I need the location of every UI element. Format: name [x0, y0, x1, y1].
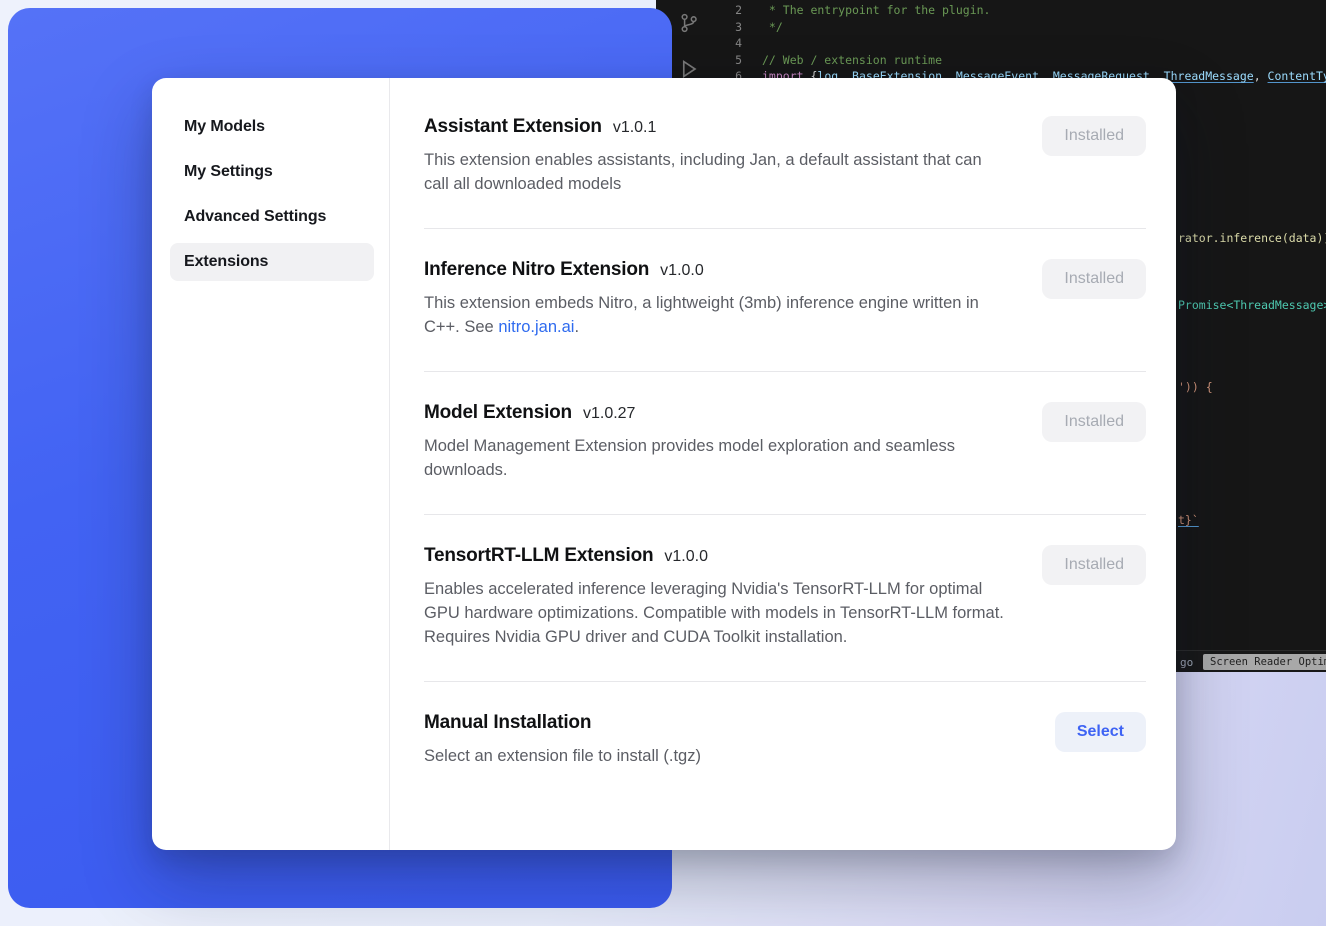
extension-text: Model Extension v1.0.27 Model Management E… — [424, 402, 1009, 482]
sidebar-item-label: Extensions — [184, 253, 268, 270]
extension-description: Enables accelerated inference leveraging… — [424, 577, 1009, 649]
code-fragment: Promise<ThreadMessage> — [1178, 297, 1326, 314]
installed-button[interactable]: Installed — [1042, 545, 1146, 585]
extension-name: TensortRT-LLM Extension — [424, 545, 653, 567]
extension-action: Installed — [1022, 545, 1146, 585]
extension-name: Model Extension — [424, 402, 572, 424]
description-segment: . — [574, 318, 579, 336]
extension-version: v1.0.0 — [664, 548, 708, 566]
screen-reader-status-chip: Screen Reader Optimized — [1203, 654, 1326, 670]
code-token: , — [1254, 69, 1268, 83]
extension-name: Manual Installation — [424, 712, 591, 734]
extension-row: Model Extension v1.0.27 Model Management E… — [424, 372, 1146, 514]
extension-version: v1.0.1 — [613, 119, 657, 137]
extension-row: Inference Nitro Extension v1.0.0 This exte… — [424, 229, 1146, 371]
extension-title-line: Model Extension v1.0.27 — [424, 402, 1009, 424]
sidebar-nav: My Models My Settings Advanced Settings Ext… — [170, 108, 374, 281]
status-text: go — [1180, 655, 1193, 672]
extension-version: v1.0.0 — [660, 262, 704, 280]
extension-description: Select an extension file to install (.tg… — [424, 744, 701, 768]
code-line: 4 — [656, 35, 1326, 52]
installed-button[interactable]: Installed — [1042, 259, 1146, 299]
installed-button[interactable]: Installed — [1042, 116, 1146, 156]
editor-lines: 2 * The entrypoint for the plugin.3 */45… — [656, 2, 1326, 85]
page-background: 2 * The entrypoint for the plugin.3 */45… — [0, 0, 1326, 926]
extension-row: Assistant Extension v1.0.1 This extension … — [424, 86, 1146, 228]
settings-sidebar: My Models My Settings Advanced Settings Ext… — [152, 78, 390, 850]
code-line: 3 */ — [656, 19, 1326, 36]
code-token: ThreadMessage — [1164, 69, 1254, 83]
code-token: ContentType — [1268, 69, 1326, 83]
extension-name: Inference Nitro Extension — [424, 259, 649, 281]
extension-row: TensortRT-LLM Extension v1.0.0 Enables acc… — [424, 515, 1146, 681]
extension-text: Manual Installation Select an extension f… — [424, 712, 701, 768]
description-segment: Enables accelerated inference leveraging… — [424, 580, 1004, 646]
code-fragment: ')) { — [1178, 379, 1213, 396]
extension-description: Model Management Extension provides mode… — [424, 434, 1009, 482]
sidebar-item-my-models[interactable]: My Models — [170, 108, 374, 146]
code-fragment: t}` — [1178, 512, 1199, 529]
sidebar-item-my-settings[interactable]: My Settings — [170, 153, 374, 191]
sidebar-item-label: Advanced Settings — [184, 208, 326, 225]
code-text: // Web / extension runtime — [748, 52, 942, 69]
installed-button[interactable]: Installed — [1042, 402, 1146, 442]
extension-text: Assistant Extension v1.0.1 This extension … — [424, 116, 1009, 196]
extension-action: Installed — [1022, 116, 1146, 156]
extension-action: Select — [1035, 712, 1146, 752]
sidebar-item-advanced-settings[interactable]: Advanced Settings — [170, 198, 374, 236]
extension-row: Manual Installation Select an extension f… — [424, 682, 1146, 800]
extension-title-line: TensortRT-LLM Extension v1.0.0 — [424, 545, 1009, 567]
sidebar-item-label: My Settings — [184, 163, 273, 180]
settings-modal: My Models My Settings Advanced Settings Ext… — [152, 78, 1176, 850]
nitro-link[interactable]: nitro.jan.ai — [498, 318, 574, 336]
sidebar-item-extensions[interactable]: Extensions — [170, 243, 374, 281]
extensions-panel: Assistant Extension v1.0.1 This extension … — [390, 78, 1176, 850]
extension-title-line: Inference Nitro Extension v1.0.0 — [424, 259, 1009, 281]
description-segment: This extension enables assistants, inclu… — [424, 151, 982, 193]
extension-action: Installed — [1022, 259, 1146, 299]
extension-version: v1.0.27 — [583, 405, 635, 423]
code-token: * The entrypoint for the plugin. — [762, 3, 990, 17]
extension-name: Assistant Extension — [424, 116, 602, 138]
select-button[interactable]: Select — [1055, 712, 1146, 752]
description-segment: Select an extension file to install (.tg… — [424, 747, 701, 765]
extension-title-line: Manual Installation — [424, 712, 701, 734]
code-token: */ — [762, 20, 783, 34]
extension-action: Installed — [1022, 402, 1146, 442]
description-segment: Model Management Extension provides mode… — [424, 437, 955, 479]
sidebar-item-label: My Models — [184, 118, 265, 135]
code-text: */ — [748, 19, 783, 36]
extension-text: TensortRT-LLM Extension v1.0.0 Enables acc… — [424, 545, 1009, 649]
extension-description: This extension embeds Nitro, a lightweig… — [424, 291, 1009, 339]
code-fragment: rator.inference(data)); — [1178, 230, 1326, 247]
line-number: 2 — [656, 2, 748, 19]
code-text: * The entrypoint for the plugin. — [748, 2, 990, 19]
code-token: // Web / extension runtime — [762, 53, 942, 67]
code-line: 2 * The entrypoint for the plugin. — [656, 2, 1326, 19]
extension-title-line: Assistant Extension v1.0.1 — [424, 116, 1009, 138]
extension-description: This extension enables assistants, inclu… — [424, 148, 1009, 196]
code-line: 5// Web / extension runtime — [656, 52, 1326, 69]
code-text — [748, 35, 762, 52]
extension-text: Inference Nitro Extension v1.0.0 This exte… — [424, 259, 1009, 339]
extensions-list: Assistant Extension v1.0.1 This extension … — [424, 86, 1146, 800]
